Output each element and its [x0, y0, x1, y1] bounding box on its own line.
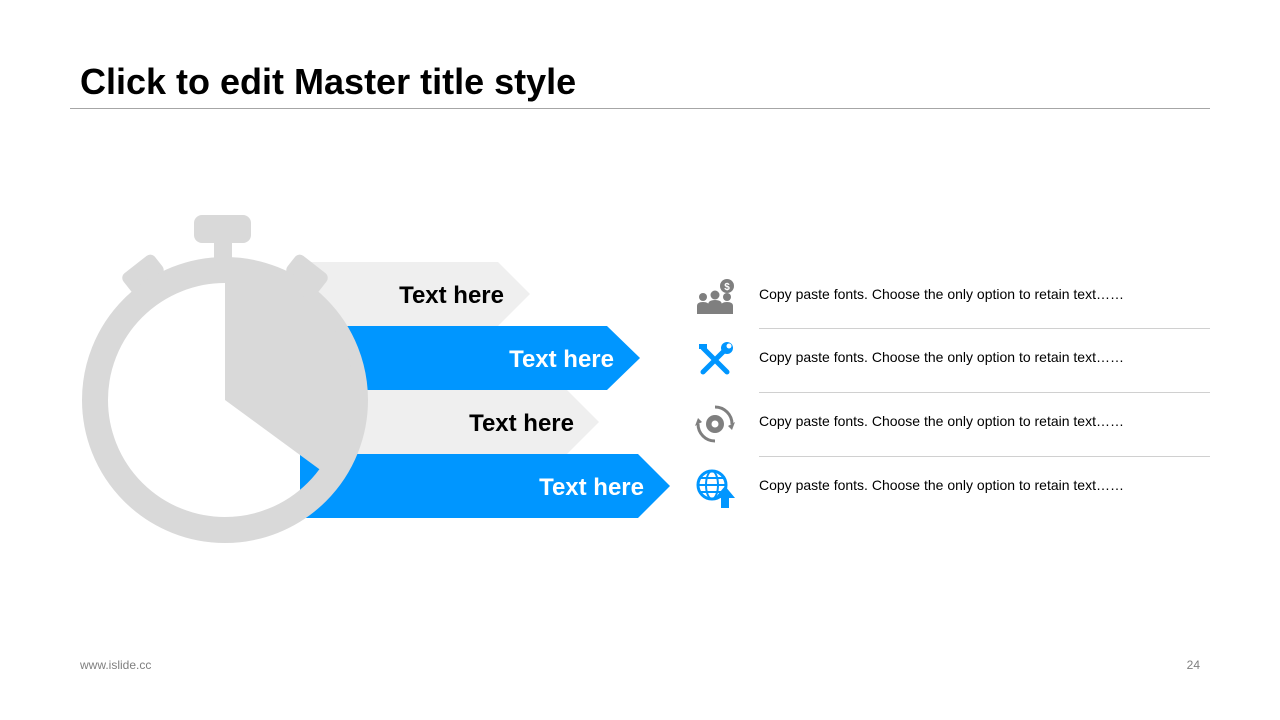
item-divider-2 — [759, 392, 1210, 393]
item-text-4: Copy paste fonts. Choose the only option… — [759, 477, 1124, 493]
page-number: 24 — [1186, 658, 1200, 672]
arrow-label-2: Text here — [509, 346, 614, 373]
arrow-label-3: Text here — [469, 410, 574, 437]
svg-text:$: $ — [724, 282, 730, 293]
item-text-1: Copy paste fonts. Choose the only option… — [759, 286, 1124, 302]
arrow-label-1: Text here — [399, 282, 504, 309]
item-text-2: Copy paste fonts. Choose the only option… — [759, 349, 1124, 365]
item-text-3: Copy paste fonts. Choose the only option… — [759, 413, 1124, 429]
item-divider-1 — [759, 328, 1210, 329]
people-money-icon: $ — [697, 279, 734, 314]
footer-url: www.islide.cc — [80, 658, 152, 672]
arrow-label-4: Text here — [539, 474, 644, 501]
gear-cycle-icon — [695, 405, 735, 443]
item-divider-3 — [759, 456, 1210, 457]
globe-upload-icon — [696, 469, 735, 508]
tools-icon — [699, 342, 733, 375]
